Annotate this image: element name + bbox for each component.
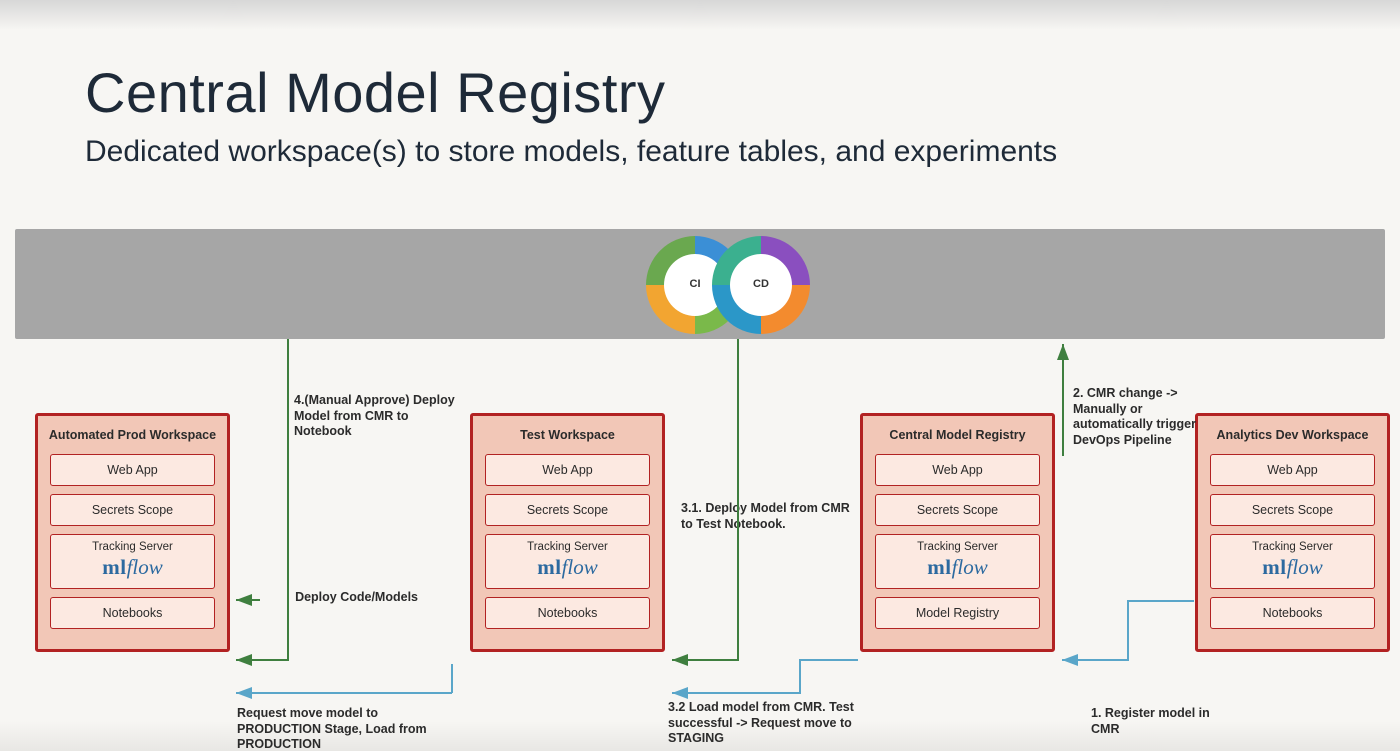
arrow-cmr-to-test-bottom (672, 660, 858, 693)
tracking-server-label: Tracking Server (490, 541, 645, 553)
workspace-prod-webapp: Web App (50, 454, 215, 486)
workspace-cmr: Central Model Registry Web App Secrets S… (860, 413, 1055, 652)
workspace-test-webapp: Web App (485, 454, 650, 486)
workspace-prod-tracking: Tracking Server mlflow (50, 534, 215, 589)
cd-ring-icon: CD (712, 236, 810, 334)
label-step32: 3.2 Load model from CMR. Test successful… (668, 700, 878, 747)
mlflow-logo-icon: mlflow (102, 555, 163, 579)
label-request-prod: Request move model to PRODUCTION Stage, … (237, 706, 447, 751)
label-step4: 4.(Manual Approve) Deploy Model from CMR… (294, 393, 459, 440)
workspace-prod-secrets: Secrets Scope (50, 494, 215, 526)
workspace-dev-title: Analytics Dev Workspace (1208, 428, 1377, 442)
tracking-server-label: Tracking Server (1215, 541, 1370, 553)
workspace-dev-secrets: Secrets Scope (1210, 494, 1375, 526)
cicd-rings: CI CD (646, 236, 846, 334)
label-step1: 1. Register model in CMR (1091, 706, 1211, 737)
workspace-cmr-title: Central Model Registry (873, 428, 1042, 442)
workspace-test-title: Test Workspace (483, 428, 652, 442)
cd-label: CD (712, 278, 810, 290)
workspace-cmr-modelregistry: Model Registry (875, 597, 1040, 629)
slide: Central Model Registry Dedicated workspa… (0, 0, 1400, 751)
tracking-server-label: Tracking Server (55, 541, 210, 553)
workspace-cmr-tracking: Tracking Server mlflow (875, 534, 1040, 589)
workspace-dev-tracking: Tracking Server mlflow (1210, 534, 1375, 589)
workspace-cmr-webapp: Web App (875, 454, 1040, 486)
arrow-dev-to-cmr (1062, 601, 1194, 660)
workspace-dev-notebooks: Notebooks (1210, 597, 1375, 629)
workspace-prod-notebooks: Notebooks (50, 597, 215, 629)
mlflow-logo-icon: mlflow (537, 555, 598, 579)
workspace-test: Test Workspace Web App Secrets Scope Tra… (470, 413, 665, 652)
workspace-prod: Automated Prod Workspace Web App Secrets… (35, 413, 230, 652)
mlflow-logo-icon: mlflow (927, 555, 988, 579)
workspace-test-secrets: Secrets Scope (485, 494, 650, 526)
page-title: Central Model Registry (85, 60, 666, 125)
arrow-cicd-to-prod (236, 339, 288, 660)
workspace-test-notebooks: Notebooks (485, 597, 650, 629)
workspace-prod-title: Automated Prod Workspace (48, 428, 217, 442)
workspace-dev: Analytics Dev Workspace Web App Secrets … (1195, 413, 1390, 652)
label-step31: 3.1. Deploy Model from CMR to Test Noteb… (681, 501, 851, 532)
workspace-cmr-secrets: Secrets Scope (875, 494, 1040, 526)
arrow-cicd-to-test (672, 339, 738, 660)
label-deploy-code-models: Deploy Code/Models (268, 590, 418, 606)
workspace-dev-webapp: Web App (1210, 454, 1375, 486)
label-step2: 2. CMR change -> Manually or automatical… (1073, 386, 1223, 449)
tracking-server-label: Tracking Server (880, 541, 1035, 553)
page-subtitle: Dedicated workspace(s) to store models, … (85, 135, 1057, 169)
workspace-test-tracking: Tracking Server mlflow (485, 534, 650, 589)
mlflow-logo-icon: mlflow (1262, 555, 1323, 579)
